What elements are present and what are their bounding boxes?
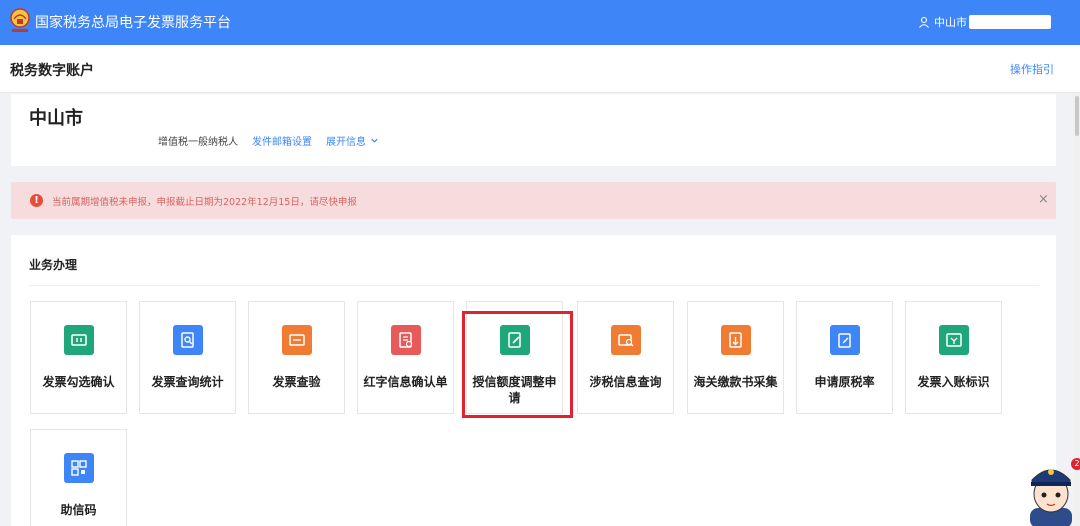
tax-filing-alert: ! 当前属期增值税未申报，申报截止日期为2022年12月15日，请尽快申报 × [11, 182, 1056, 219]
invoice-verify-icon [282, 325, 312, 355]
chevron-down-icon[interactable] [370, 136, 379, 145]
redacted-user-name [969, 15, 1051, 29]
red-invoice-icon [391, 325, 421, 355]
tile-tax-info-query[interactable]: 涉税信息查询 [577, 301, 674, 414]
tile-red-invoice-confirm[interactable]: 红字信息确认单 [357, 301, 454, 414]
user-menu[interactable]: 中山市 [918, 14, 1051, 30]
tile-label: 发票查验 [272, 375, 321, 389]
invoice-entry-icon [939, 325, 969, 355]
section-divider [29, 285, 1039, 286]
operation-guide-link[interactable]: 操作指引 [1010, 61, 1054, 77]
tile-apply-original-rate[interactable]: 申请原税率 [796, 301, 893, 414]
sub-header: 税务数字账户 操作指引 [0, 45, 1080, 93]
taxpayer-info-row: 增值税一般纳税人 发件邮箱设置 展开信息 [158, 133, 379, 148]
expand-info-link[interactable]: 展开信息 [326, 133, 366, 148]
tile-label: 申请原税率 [814, 375, 875, 389]
platform-title: 国家税务总局电子发票服务平台 [35, 15, 231, 31]
original-rate-icon [830, 325, 860, 355]
qr-code-icon [64, 453, 94, 483]
tile-label: 红字信息确认单 [363, 375, 448, 389]
tile-invoice-verify[interactable]: 发票查验 [248, 301, 345, 414]
tile-label: 发票勾选确认 [42, 375, 115, 389]
highlight-annotation-box [462, 311, 573, 418]
tax-info-search-icon [611, 325, 641, 355]
taxpayer-city: 中山市 [29, 108, 83, 129]
user-icon [919, 16, 929, 28]
alert-close-button[interactable]: × [1038, 192, 1049, 207]
tile-invoice-query-stats[interactable]: 发票查询统计 [139, 301, 236, 414]
tile-label: 发票查询统计 [151, 375, 224, 389]
tile-label: 海关缴款书采集 [693, 375, 778, 389]
customs-payment-icon [721, 325, 751, 355]
notification-badge: 2 [1071, 458, 1080, 470]
scrollbar-thumb[interactable] [1075, 96, 1079, 136]
tax-emblem-logo [10, 8, 30, 32]
tile-invoice-entry-mark[interactable]: 发票入账标识 [905, 301, 1002, 414]
tile-invoice-check-confirm[interactable]: 发票勾选确认 [30, 301, 127, 414]
tile-label: 助信码 [60, 503, 97, 517]
mail-settings-link[interactable]: 发件邮箱设置 [252, 133, 312, 148]
tax-assistant-mascot[interactable] [1022, 458, 1080, 526]
tile-help-code[interactable]: 助信码 [30, 429, 127, 526]
tile-label: 发票入账标识 [917, 375, 990, 389]
tile-label: 涉税信息查询 [589, 375, 662, 389]
alert-message: 当前属期增值税未申报，申报截止日期为2022年12月15日，请尽快申报 [52, 197, 357, 208]
user-name: 中山市 [934, 16, 967, 29]
taxpayer-type: 增值税一般纳税人 [158, 137, 238, 148]
warning-icon: ! [30, 194, 43, 207]
invoice-search-icon [173, 325, 203, 355]
business-section-title: 业务办理 [29, 258, 78, 272]
taxpayer-info-card: 中山市 增值税一般纳税人 发件邮箱设置 展开信息 [11, 94, 1056, 166]
top-bar: 国家税务总局电子发票服务平台 中山市 [0, 0, 1080, 45]
page-title: 税务数字账户 [10, 63, 94, 79]
tile-customs-payment-collect[interactable]: 海关缴款书采集 [687, 301, 784, 414]
invoice-check-icon [64, 325, 94, 355]
